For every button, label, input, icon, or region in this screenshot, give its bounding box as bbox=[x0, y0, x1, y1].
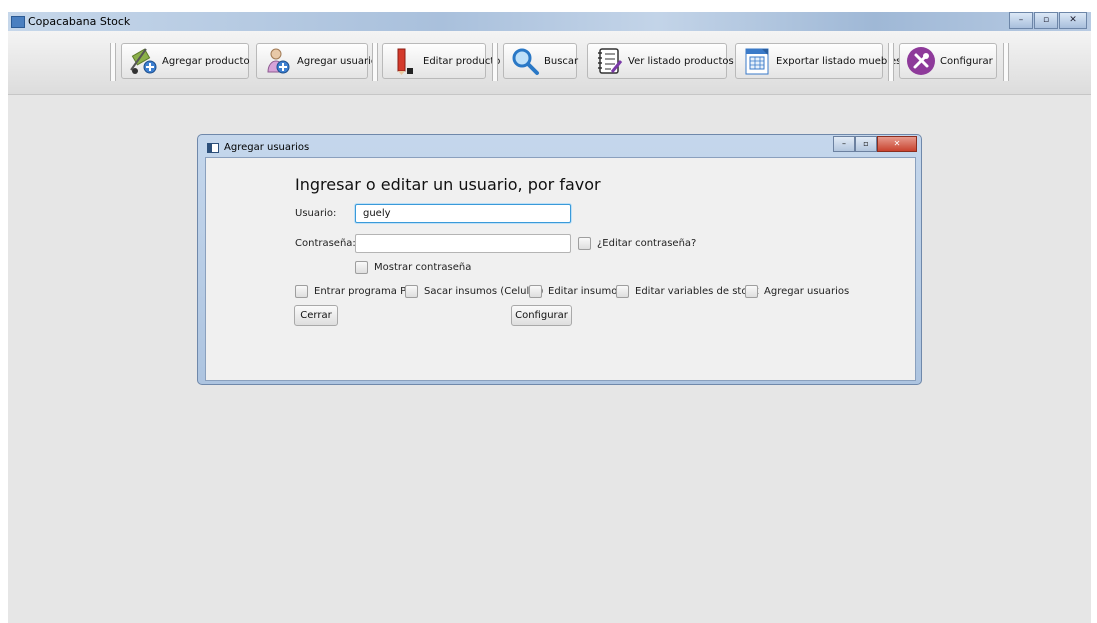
tools-icon bbox=[906, 46, 936, 76]
perm-enter-pc-label: Entrar programa PC bbox=[314, 286, 414, 297]
edit-product-label: Editar producto bbox=[423, 55, 501, 67]
show-password-label: Mostrar contraseña bbox=[374, 262, 472, 273]
perm-take-supplies-checkbox[interactable]: Sacar insumos (Celular) bbox=[405, 285, 543, 298]
configure-submit-button[interactable]: Configurar bbox=[511, 305, 572, 326]
show-password-checkbox[interactable]: Mostrar contraseña bbox=[355, 261, 471, 274]
app-title-bar: Copacabana Stock – ▫ ✕ bbox=[8, 12, 1091, 32]
perm-edit-stock-vars-label: Editar variables de stock bbox=[635, 286, 759, 297]
user-input[interactable]: guely bbox=[355, 204, 571, 223]
add-users-dialog: Agregar usuarios – ▫ ✕ Ingresar o editar… bbox=[197, 134, 922, 385]
toolbar-separator bbox=[372, 43, 378, 81]
toolbar-separator bbox=[888, 43, 894, 81]
add-user-label: Agregar usuario bbox=[297, 55, 378, 67]
dialog-minimize-icon[interactable]: – bbox=[833, 136, 855, 152]
configure-label: Configurar bbox=[940, 55, 993, 67]
perm-take-supplies-label: Sacar insumos (Celular) bbox=[424, 286, 544, 297]
perm-add-users-checkbox[interactable]: Agregar usuarios bbox=[745, 285, 849, 298]
perm-add-users-box[interactable] bbox=[745, 285, 758, 298]
magnifier-icon bbox=[510, 46, 540, 76]
perm-edit-stock-vars-box[interactable] bbox=[616, 285, 629, 298]
search-button[interactable]: Buscar bbox=[503, 43, 579, 79]
dialog-window-icon bbox=[207, 142, 219, 153]
perm-edit-supplies-checkbox[interactable]: Editar insumos bbox=[529, 285, 623, 298]
edit-password-checkbox[interactable]: ¿Editar contraseña? bbox=[578, 237, 696, 250]
hand-truck-add-icon bbox=[128, 46, 158, 76]
perm-enter-pc-checkbox[interactable]: Entrar programa PC bbox=[295, 285, 413, 298]
perm-edit-supplies-label: Editar insumos bbox=[548, 286, 623, 297]
toolbar-separator bbox=[492, 43, 498, 81]
app-window: Copacabana Stock – ▫ ✕ Agregar producto … bbox=[8, 12, 1091, 623]
perm-take-supplies-box[interactable] bbox=[405, 285, 418, 298]
edit-password-label: ¿Editar contraseña? bbox=[597, 238, 697, 249]
notebook-list-icon bbox=[594, 46, 624, 76]
view-products-button[interactable]: Ver listado productos bbox=[587, 43, 734, 79]
dialog-close-icon[interactable]: ✕ bbox=[877, 136, 917, 152]
maximize-icon[interactable]: ▫ bbox=[1034, 12, 1058, 29]
export-furniture-button[interactable]: Exportar listado muebles bbox=[735, 43, 901, 79]
dialog-title-bar: Agregar usuarios bbox=[207, 142, 309, 153]
dialog-maximize-icon[interactable]: ▫ bbox=[855, 136, 877, 152]
password-label: Contraseña: bbox=[295, 238, 356, 249]
dialog-title: Agregar usuarios bbox=[224, 142, 310, 153]
add-product-button[interactable]: Agregar producto bbox=[121, 43, 250, 79]
password-input[interactable] bbox=[355, 234, 571, 253]
configure-button[interactable]: Configurar bbox=[899, 43, 997, 79]
toolbar-separator bbox=[1003, 43, 1009, 81]
perm-add-users-label: Agregar usuarios bbox=[764, 286, 850, 297]
perm-edit-supplies-box[interactable] bbox=[529, 285, 542, 298]
perm-edit-stock-vars-checkbox[interactable]: Editar variables de stock bbox=[616, 285, 759, 298]
spreadsheet-export-icon bbox=[742, 46, 772, 76]
dialog-content: Ingresar o editar un usuario, por favor … bbox=[205, 157, 916, 381]
view-products-label: Ver listado productos bbox=[628, 55, 734, 67]
edit-product-button[interactable]: Editar producto bbox=[382, 43, 500, 79]
dialog-window-controls: – ▫ ✕ bbox=[833, 136, 917, 152]
search-label: Buscar bbox=[544, 55, 579, 67]
user-add-icon bbox=[263, 46, 293, 76]
export-furniture-label: Exportar listado muebles bbox=[776, 55, 902, 67]
show-password-box[interactable] bbox=[355, 261, 368, 274]
close-button[interactable]: Cerrar bbox=[294, 305, 338, 326]
app-title: Copacabana Stock bbox=[28, 15, 131, 28]
dialog-heading: Ingresar o editar un usuario, por favor bbox=[295, 175, 601, 194]
main-toolbar: Agregar producto Agregar usuario Editar … bbox=[8, 31, 1091, 95]
window-controls: – ▫ ✕ bbox=[1008, 12, 1087, 29]
user-label: Usuario: bbox=[295, 208, 337, 219]
toolbar-separator bbox=[110, 43, 116, 81]
minimize-icon[interactable]: – bbox=[1009, 12, 1033, 29]
add-user-button[interactable]: Agregar usuario bbox=[256, 43, 377, 79]
perm-enter-pc-box[interactable] bbox=[295, 285, 308, 298]
pencil-icon bbox=[389, 46, 419, 76]
edit-password-box[interactable] bbox=[578, 237, 591, 250]
app-icon bbox=[11, 16, 25, 28]
close-icon[interactable]: ✕ bbox=[1059, 12, 1087, 29]
add-product-label: Agregar producto bbox=[162, 55, 250, 67]
